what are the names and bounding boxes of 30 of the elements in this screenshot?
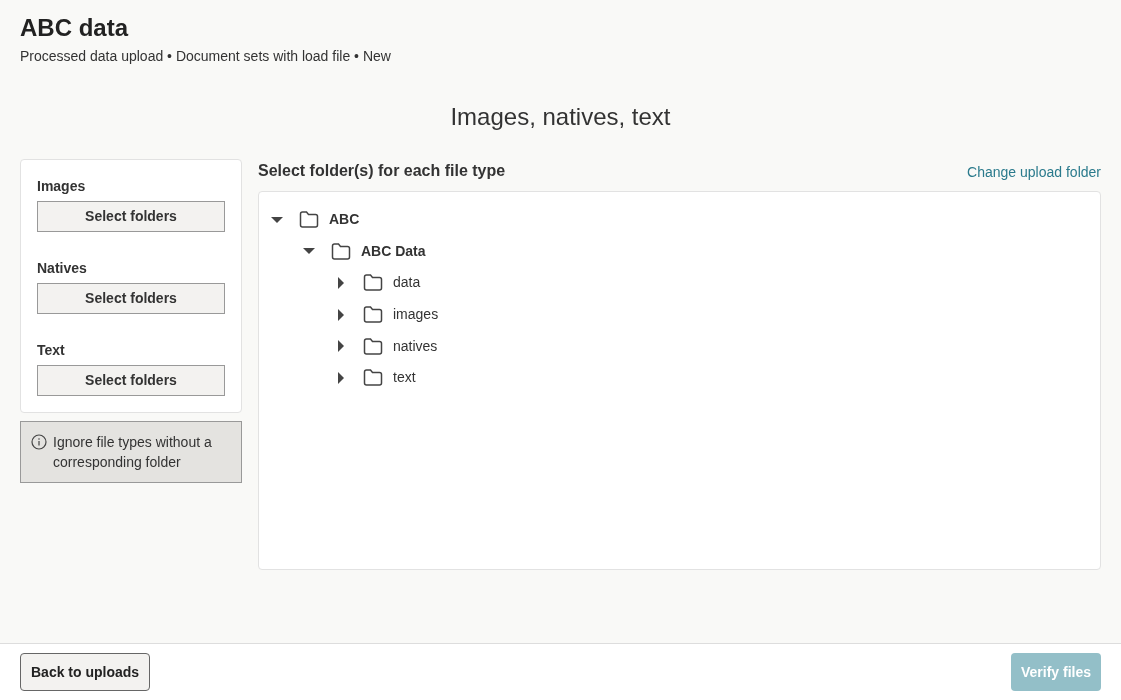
folder-name[interactable]: data: [393, 272, 421, 294]
breadcrumb: Processed data upload • Document sets with load file • New: [20, 47, 392, 66]
info-icon: [31, 434, 47, 450]
page-title: ABC data: [20, 13, 130, 43]
folder-icon: [363, 369, 383, 387]
section-title: Images, natives, text: [450, 102, 671, 132]
folder-icon: [363, 274, 383, 292]
folder-name[interactable]: ABC Data: [361, 240, 426, 262]
folder-icon: [363, 337, 383, 355]
caret-icon[interactable]: [335, 340, 347, 353]
folder-name[interactable]: natives: [393, 335, 438, 357]
folder-name[interactable]: ABC: [329, 209, 360, 231]
change-upload-folder-link[interactable]: Change upload folder: [967, 162, 1101, 183]
select-folders-button[interactable]: Select folders: [37, 283, 225, 314]
folder-icon: [363, 306, 383, 324]
select-folders-button[interactable]: Select folders: [37, 201, 225, 232]
folder-name[interactable]: text: [393, 367, 416, 389]
file-type-label: Text: [37, 341, 66, 360]
panel-title: Select folder(s) for each file type: [258, 161, 506, 181]
folder-name[interactable]: images: [393, 304, 439, 326]
back-to-uploads-button[interactable]: Back to uploads: [20, 653, 151, 691]
caret-icon[interactable]: [335, 277, 347, 289]
caret-icon[interactable]: [335, 371, 347, 384]
file-type-label: Natives: [37, 259, 88, 278]
folder-icon: [299, 211, 319, 229]
file-type-label: Images: [37, 177, 87, 196]
select-folders-button[interactable]: Select folders: [37, 365, 225, 396]
caret-icon[interactable]: [335, 308, 347, 321]
ignore-file-types-toggle[interactable]: Ignore file types without a corresponding folder: [20, 421, 242, 483]
folder-icon: [331, 242, 351, 260]
